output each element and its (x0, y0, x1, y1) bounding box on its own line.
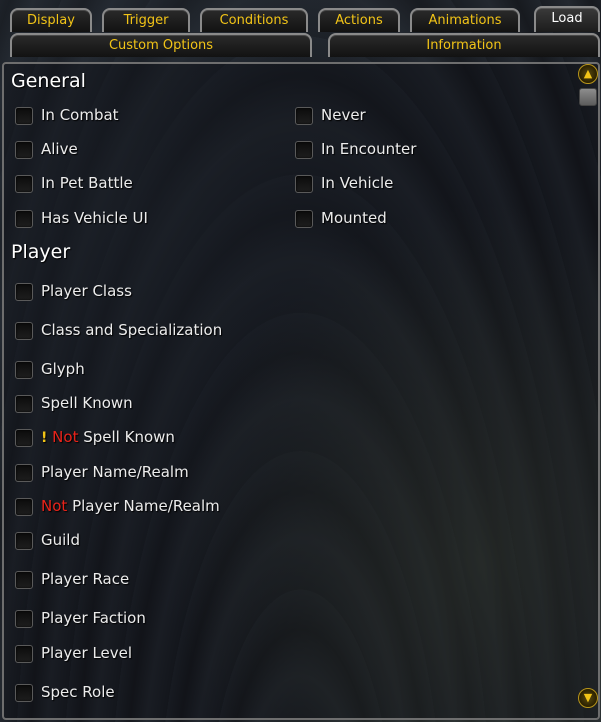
in-pet-battle-checkbox[interactable] (15, 175, 33, 193)
never-label: Never (321, 106, 366, 124)
in-combat-label: In Combat (41, 106, 119, 124)
not-spell-known-label: ! Not Spell Known (41, 428, 175, 446)
player-section-title: Player (11, 241, 71, 263)
not-player-name-realm-checkbox[interactable] (15, 498, 33, 516)
has-vehicle-ui-checkbox[interactable] (15, 210, 33, 228)
spell-known-label: Spell Known (41, 394, 133, 412)
chevron-up-icon: ▲ (583, 67, 593, 80)
guild-checkbox[interactable] (15, 532, 33, 550)
tab-display[interactable]: Display (10, 8, 92, 32)
tab-animations[interactable]: Animations (410, 8, 520, 32)
in-encounter-label: In Encounter (321, 140, 417, 158)
guild-label: Guild (41, 531, 80, 549)
in-vehicle-label: In Vehicle (321, 174, 394, 192)
not-spell-known-text: Spell Known (83, 428, 175, 446)
player-faction-label: Player Faction (41, 609, 146, 627)
tab-load[interactable]: Load (534, 6, 600, 32)
tab-bar: Display Trigger Conditions Actions Anima… (0, 0, 601, 62)
in-vehicle-checkbox[interactable] (295, 175, 313, 193)
mounted-label: Mounted (321, 209, 387, 227)
not-player-name-realm-text: Player Name/Realm (72, 497, 220, 515)
tab-custom-options[interactable]: Custom Options (10, 33, 312, 57)
chevron-down-icon: ▼ (583, 691, 593, 704)
class-and-specialization-checkbox[interactable] (15, 322, 33, 340)
not-spell-known-checkbox[interactable] (15, 429, 33, 447)
tab-conditions[interactable]: Conditions (200, 8, 308, 32)
player-class-label: Player Class (41, 282, 132, 300)
class-and-specialization-label: Class and Specialization (41, 321, 223, 339)
in-pet-battle-label: In Pet Battle (41, 174, 133, 192)
alive-checkbox[interactable] (15, 141, 33, 159)
tab-actions[interactable]: Actions (318, 8, 400, 32)
spell-known-checkbox[interactable] (15, 395, 33, 413)
has-vehicle-ui-label: Has Vehicle UI (41, 209, 148, 227)
in-encounter-checkbox[interactable] (295, 141, 313, 159)
scroll-thumb[interactable] (579, 88, 597, 106)
mounted-checkbox[interactable] (295, 210, 313, 228)
player-level-label: Player Level (41, 644, 133, 662)
player-name-realm-checkbox[interactable] (15, 464, 33, 482)
not-player-name-realm-label: Not Player Name/Realm (41, 497, 220, 515)
spec-role-label: Spec Role (41, 683, 115, 701)
player-race-label: Player Race (41, 570, 130, 588)
tab-trigger[interactable]: Trigger (102, 8, 190, 32)
player-race-checkbox[interactable] (15, 571, 33, 589)
player-name-realm-label: Player Name/Realm (41, 463, 189, 481)
alive-label: Alive (41, 140, 78, 158)
player-class-checkbox[interactable] (15, 283, 33, 301)
glyph-label: Glyph (41, 360, 85, 378)
not-prefix: Not (52, 428, 79, 446)
scroll-down-button[interactable]: ▼ (578, 688, 598, 708)
general-section-title: General (11, 70, 86, 92)
spec-role-checkbox[interactable] (15, 684, 33, 702)
in-combat-checkbox[interactable] (15, 107, 33, 125)
tab-information[interactable]: Information (328, 33, 600, 57)
not-prefix: Not (41, 497, 68, 515)
scrollbar[interactable]: ▲ ▼ (576, 62, 600, 720)
player-faction-checkbox[interactable] (15, 610, 33, 628)
never-checkbox[interactable] (295, 107, 313, 125)
player-level-checkbox[interactable] (15, 645, 33, 663)
glyph-checkbox[interactable] (15, 361, 33, 379)
exclamation-icon: ! (41, 430, 48, 446)
scroll-up-button[interactable]: ▲ (578, 64, 598, 84)
